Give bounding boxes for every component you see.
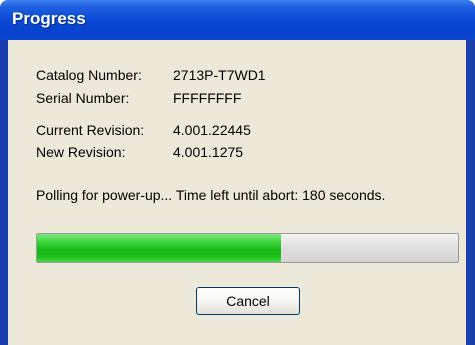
progress-bar-fill (37, 234, 282, 262)
new-revision-label: New Revision: (36, 144, 126, 160)
serial-number-label: Serial Number: (36, 90, 130, 106)
new-revision-value: 4.001.1275 (173, 144, 244, 160)
current-revision-label: Current Revision: (36, 122, 145, 138)
progress-dialog: Progress Catalog Number: 2713P-T7WD1 Ser… (0, 0, 475, 345)
cancel-button[interactable]: Cancel (196, 287, 300, 315)
catalog-number-value: 2713P-T7WD1 (173, 67, 266, 83)
dialog-body: Catalog Number: 2713P-T7WD1 Serial Numbe… (8, 40, 466, 345)
serial-number-value: FFFFFFFF (173, 90, 242, 106)
window-title: Progress (12, 9, 86, 28)
current-revision-value: 4.001.22445 (173, 122, 251, 138)
progress-bar (36, 233, 459, 263)
status-message: Polling for power-up... Time left until … (36, 187, 386, 203)
catalog-number-label: Catalog Number: (36, 67, 142, 83)
title-bar[interactable]: Progress (0, 0, 475, 40)
